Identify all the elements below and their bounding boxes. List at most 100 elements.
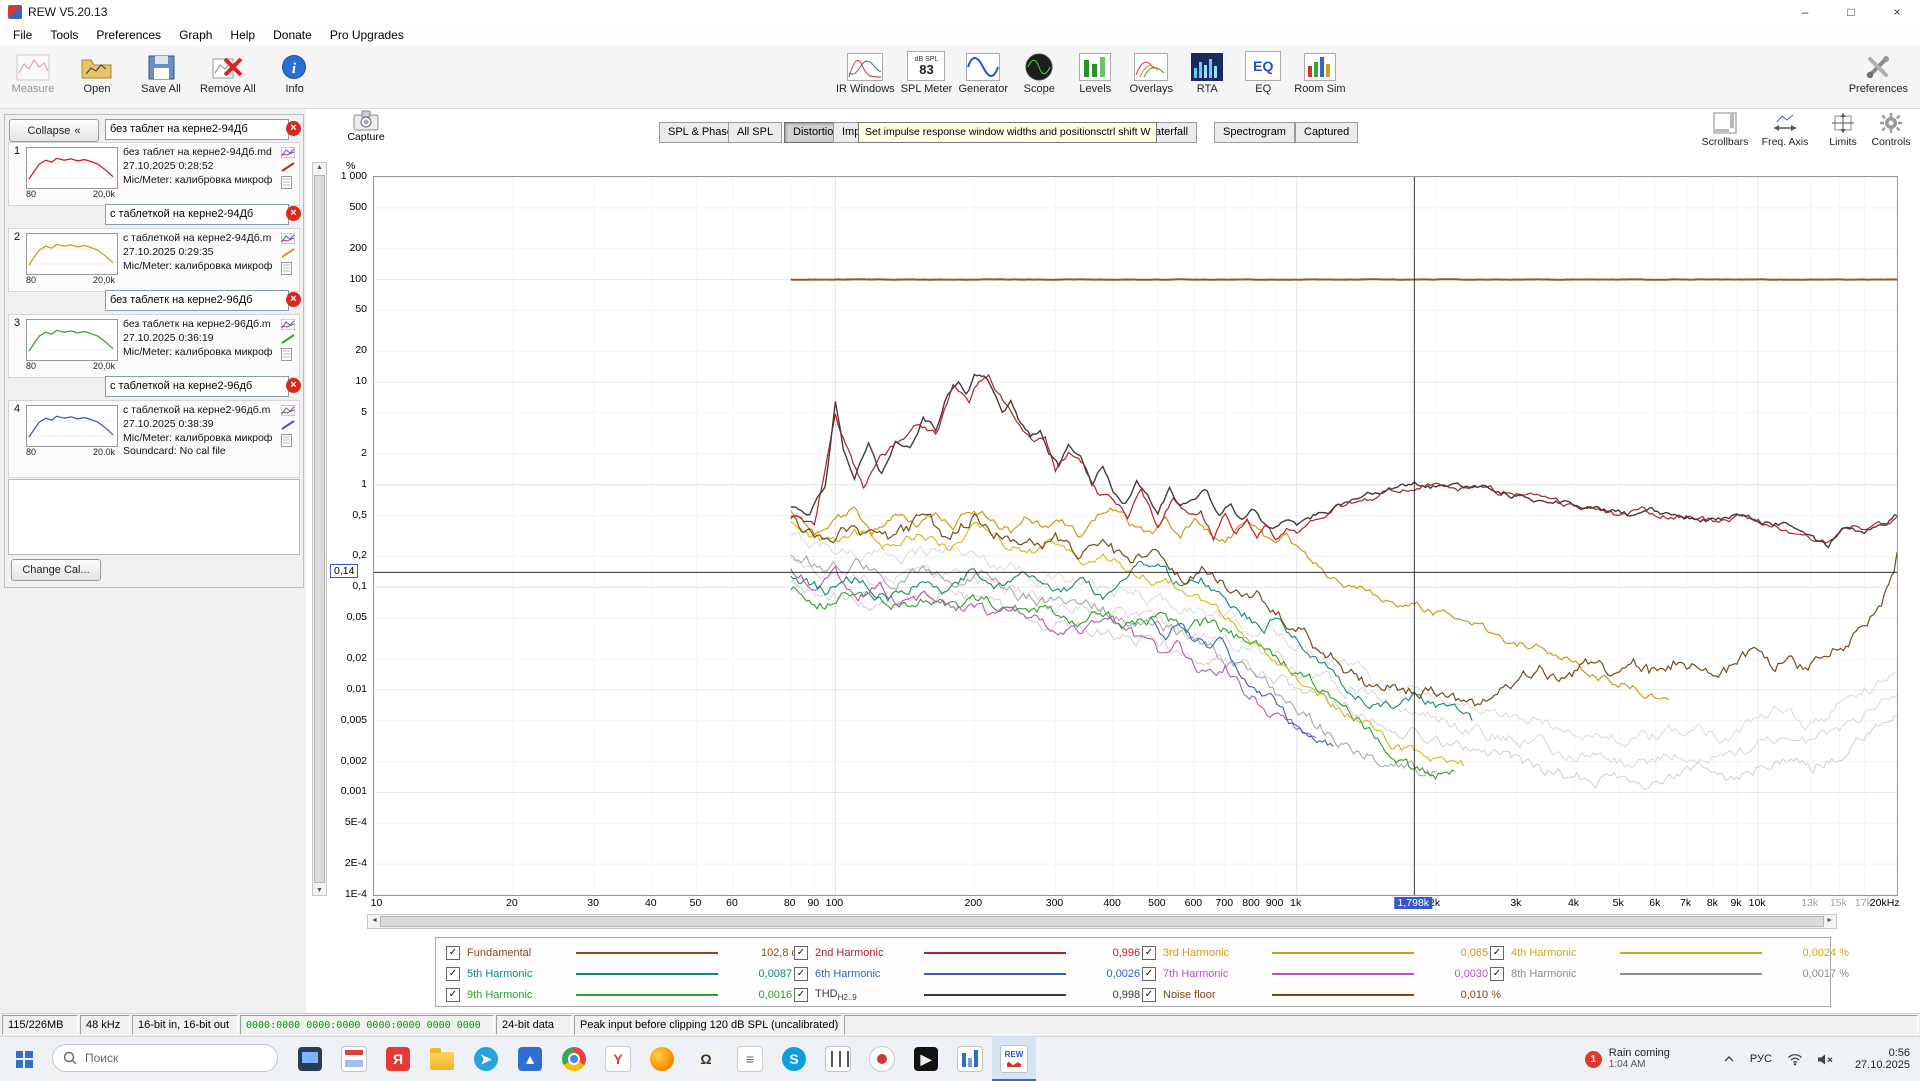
omega-app-icon[interactable]: Ω bbox=[684, 1037, 728, 1081]
task-view-icon[interactable] bbox=[288, 1037, 332, 1081]
measurement-name-field-1[interactable]: без таблет на керне2-94Дб bbox=[105, 119, 289, 140]
overlays-button[interactable]: Overlays bbox=[1126, 49, 1176, 95]
menu-pro-upgrades[interactable]: Pro Upgrades bbox=[321, 25, 413, 45]
graph-horizontal-scrollbar[interactable]: ◄ ► bbox=[367, 914, 1837, 929]
levels-button[interactable]: Levels bbox=[1070, 49, 1120, 95]
change-cal-button[interactable]: Change Cal... bbox=[11, 559, 101, 581]
minimize-button[interactable]: – bbox=[1782, 0, 1828, 24]
language-indicator[interactable]: РУС bbox=[1750, 1053, 1772, 1065]
measurement-item-4[interactable]: 48020.0kс таблеткой на керне2-96дб.m27.1… bbox=[8, 400, 300, 478]
rew-app-icon[interactable]: REW bbox=[992, 1037, 1036, 1081]
chrome-icon[interactable] bbox=[552, 1037, 596, 1081]
notes-page-icon[interactable] bbox=[281, 348, 297, 361]
legend-checkbox-4th-harmonic[interactable]: ✓ bbox=[1490, 946, 1504, 960]
close-button[interactable]: × bbox=[1874, 0, 1920, 24]
skype-icon[interactable]: S bbox=[772, 1037, 816, 1081]
delete-measurement-button-2[interactable]: × bbox=[286, 206, 301, 221]
firefox-icon[interactable] bbox=[640, 1037, 684, 1081]
spl-meter-button[interactable]: dB SPL83SPL Meter bbox=[901, 49, 953, 95]
menu-preferences[interactable]: Preferences bbox=[87, 25, 170, 45]
generator-button[interactable]: Generator bbox=[958, 49, 1008, 95]
horizontal-scroll-thumb[interactable] bbox=[380, 916, 1824, 927]
eq-button[interactable]: EQEQ bbox=[1238, 49, 1288, 95]
open-button[interactable]: Open bbox=[72, 49, 122, 95]
legend-checkbox-5th-harmonic[interactable]: ✓ bbox=[446, 967, 460, 981]
measurement-name-field-2[interactable]: с таблеткой на керне2-94Дб bbox=[105, 204, 289, 225]
legend-checkbox-thd[interactable]: ✓ bbox=[794, 988, 808, 1002]
volume-muted-icon[interactable] bbox=[1817, 1053, 1834, 1066]
scope-button[interactable]: Scope bbox=[1014, 49, 1064, 95]
file-explorer-icon[interactable] bbox=[420, 1037, 464, 1081]
trace-color-icon[interactable] bbox=[281, 162, 297, 172]
scroll-up-icon[interactable]: ▲ bbox=[313, 164, 326, 171]
start-button[interactable] bbox=[0, 1037, 48, 1081]
network-wifi-icon[interactable] bbox=[1787, 1053, 1803, 1066]
mini-chart-icon[interactable] bbox=[281, 233, 297, 244]
ir-windows-button[interactable]: IR Windows bbox=[836, 49, 895, 95]
photos-icon[interactable]: ▲ bbox=[508, 1037, 552, 1081]
measurement-name-field-3[interactable]: без таблетк на керне2-96Дб bbox=[105, 290, 289, 311]
tab-spectrogram[interactable]: Spectrogram bbox=[1214, 122, 1295, 143]
hidden-icons-chevron[interactable] bbox=[1723, 1055, 1735, 1063]
trace-color-icon[interactable] bbox=[281, 334, 297, 344]
search-icon bbox=[63, 1051, 77, 1065]
preferences-button[interactable]: Preferences bbox=[1849, 49, 1908, 95]
scrollbars-button[interactable]: Scrollbars bbox=[1696, 110, 1754, 148]
scroll-right-icon[interactable]: ► bbox=[1826, 917, 1833, 924]
notes-page-icon[interactable] bbox=[281, 434, 297, 447]
notes-page-icon[interactable] bbox=[281, 176, 297, 189]
measurement-item-3[interactable]: 38020,0kбез таблетк на керне2-96Дб.m27.1… bbox=[8, 314, 300, 378]
measurement-name-field-4[interactable]: с таблеткой на керне2-96дб bbox=[105, 376, 289, 397]
menu-donate[interactable]: Donate bbox=[264, 25, 321, 45]
remove-all-button[interactable]: Remove All bbox=[200, 49, 256, 95]
measurement-item-2[interactable]: 28020,0kс таблеткой на керне2-94Дб.m27.1… bbox=[8, 228, 300, 292]
notes-app-icon[interactable]: ≡ bbox=[728, 1037, 772, 1081]
legend-checkbox-7th-harmonic[interactable]: ✓ bbox=[1142, 967, 1156, 981]
yandex-browser-icon[interactable]: Я bbox=[376, 1037, 420, 1081]
scroll-left-icon[interactable]: ◄ bbox=[371, 917, 378, 924]
legend-checkbox-9th-harmonic[interactable]: ✓ bbox=[446, 988, 460, 1002]
mini-chart-icon[interactable] bbox=[281, 147, 297, 158]
clock-widget[interactable]: 0:56 27.10.2025 bbox=[1855, 1047, 1910, 1072]
legend-checkbox-6th-harmonic[interactable]: ✓ bbox=[794, 967, 808, 981]
trace-color-icon[interactable] bbox=[281, 248, 297, 258]
info-button[interactable]: iInfo bbox=[270, 49, 320, 95]
freq-axis-button[interactable]: Freq. Axis bbox=[1756, 110, 1814, 148]
menu-file[interactable]: File bbox=[4, 25, 41, 45]
weather-widget[interactable]: 1 Rain coming 1:04 AM bbox=[1585, 1047, 1670, 1071]
recorder-icon[interactable] bbox=[860, 1037, 904, 1081]
media-player-icon[interactable]: ▶ bbox=[904, 1037, 948, 1081]
tab-captured[interactable]: Captured bbox=[1295, 122, 1358, 143]
mini-chart-icon[interactable] bbox=[281, 405, 297, 416]
telegram-icon[interactable]: ➤ bbox=[464, 1037, 508, 1081]
audio-mixer-icon[interactable] bbox=[816, 1037, 860, 1081]
collapse-button[interactable]: Collapse« bbox=[9, 119, 99, 142]
delete-measurement-button-1[interactable]: × bbox=[286, 121, 301, 136]
mail-window-icon[interactable] bbox=[332, 1037, 376, 1081]
room-sim-button[interactable]: Room Sim bbox=[1294, 49, 1345, 95]
mini-chart-icon[interactable] bbox=[281, 319, 297, 330]
capture-button[interactable]: Capture bbox=[336, 110, 396, 143]
tab-all-spl[interactable]: All SPL bbox=[728, 122, 782, 143]
legend-checkbox-fundamental[interactable]: ✓ bbox=[446, 946, 460, 960]
delete-measurement-button-3[interactable]: × bbox=[286, 292, 301, 307]
legend-checkbox-3rd-harmonic[interactable]: ✓ bbox=[1142, 946, 1156, 960]
menu-graph[interactable]: Graph bbox=[170, 25, 221, 45]
legend-checkbox-noise-floor[interactable]: ✓ bbox=[1142, 988, 1156, 1002]
yandex-music-icon[interactable]: Y bbox=[596, 1037, 640, 1081]
menu-tools[interactable]: Tools bbox=[41, 25, 87, 45]
menu-help[interactable]: Help bbox=[221, 25, 264, 45]
rta-button[interactable]: RTA bbox=[1182, 49, 1232, 95]
taskbar-search-input[interactable]: Поиск bbox=[52, 1044, 278, 1072]
notes-page-icon[interactable] bbox=[281, 262, 297, 275]
controls-button[interactable]: Controls bbox=[1862, 110, 1920, 148]
save-all-button[interactable]: Save All bbox=[136, 49, 186, 95]
legend-checkbox-8th-harmonic[interactable]: ✓ bbox=[1490, 967, 1504, 981]
measurement-item-1[interactable]: 18020,0kбез таблет на керне2-94Дб.md27.1… bbox=[8, 142, 300, 206]
distortion-plot[interactable] bbox=[373, 176, 1898, 896]
analyzer-icon[interactable] bbox=[948, 1037, 992, 1081]
trace-color-icon[interactable] bbox=[281, 420, 297, 430]
delete-measurement-button-4[interactable]: × bbox=[286, 378, 301, 393]
legend-checkbox-2nd-harmonic[interactable]: ✓ bbox=[794, 946, 808, 960]
maximize-button[interactable]: □ bbox=[1828, 0, 1874, 24]
